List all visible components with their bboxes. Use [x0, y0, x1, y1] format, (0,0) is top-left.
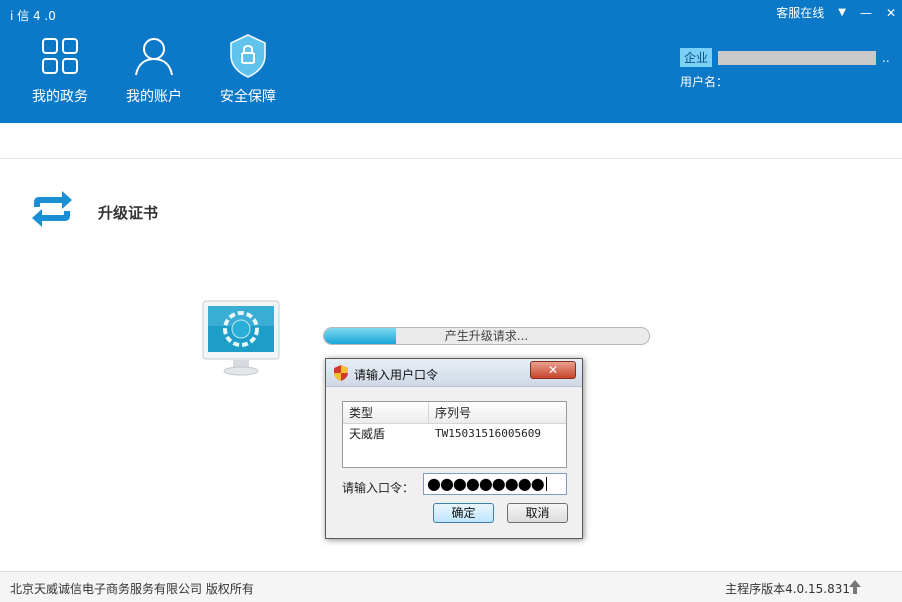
username-label: 用户名： [680, 75, 729, 89]
cell-serial: TW15031516005609 [435, 427, 541, 440]
progress-text: 产生升级请求... [444, 329, 529, 343]
password-dialog: 请输入用户口令 ✕ 类型 序列号 天威盾 TW15031516005609 请输… [325, 358, 583, 539]
minimize-button[interactable]: — [860, 6, 872, 20]
nav-label: 我的账户 [126, 89, 182, 105]
password-mask: ●●●●●●●●● [427, 474, 545, 493]
certificate-table: 类型 序列号 天威盾 TW15031516005609 [342, 401, 567, 468]
copyright-text: 北京天威诚信电子商务服务有限公司 版权所有 [10, 582, 254, 596]
refresh-arrows-icon [30, 190, 74, 228]
upgrade-arrow-icon[interactable] [848, 579, 862, 595]
grid-icon [38, 34, 82, 78]
name-ellipsis: .. [882, 50, 890, 65]
close-button[interactable]: ✕ [886, 6, 896, 20]
text-caret [545, 477, 547, 491]
app-header: i 信 4 .0 客服在线 ▼ — ✕ 我的政务 我的账户 安全保障 企业 ..… [0, 0, 902, 123]
table-row[interactable]: 天威盾 TW15031516005609 [343, 424, 566, 444]
nav-label: 安全保障 [220, 89, 276, 105]
masked-company-name [718, 50, 877, 65]
column-header-serial[interactable]: 序列号 [429, 402, 566, 423]
ok-button[interactable]: 确定 [433, 503, 494, 523]
section-title: 升级证书 [98, 204, 159, 222]
window-controls: 客服在线 ▼ — ✕ [776, 4, 896, 21]
customer-service-link[interactable]: 客服在线 [776, 4, 824, 21]
dialog-close-button[interactable]: ✕ [530, 361, 576, 379]
monitor-icon [202, 300, 282, 378]
upgrade-progress-bar: 产生升级请求... [323, 327, 650, 345]
dropdown-icon[interactable]: ▼ [838, 7, 846, 18]
password-label: 请输入口令： [342, 481, 415, 495]
password-input[interactable]: ●●●●●●●●● [423, 473, 567, 495]
table-header: 类型 序列号 [343, 402, 566, 424]
nav-label: 我的政务 [32, 89, 88, 105]
version-text: 主程序版本4.0.15.831 [725, 582, 850, 596]
nav-item-security[interactable]: 安全保障 [214, 34, 282, 106]
user-icon [132, 34, 176, 78]
account-type-badge: 企业 [680, 48, 713, 67]
dialog-title: 请输入用户口令 [354, 368, 439, 382]
dialog-titlebar[interactable]: 请输入用户口令 ✕ [326, 359, 582, 387]
app-title: i 信 4 .0 [10, 9, 56, 23]
main-nav: 我的政务 我的账户 安全保障 [26, 34, 282, 106]
shield-icon [334, 365, 348, 381]
user-info: 企业 .. 用户名： [680, 48, 890, 90]
shield-lock-icon [226, 34, 270, 78]
nav-item-my-account[interactable]: 我的账户 [120, 34, 188, 106]
cancel-button[interactable]: 取消 [507, 503, 568, 523]
nav-item-my-affairs[interactable]: 我的政务 [26, 34, 94, 106]
column-header-type[interactable]: 类型 [343, 402, 429, 423]
cell-type: 天威盾 [349, 427, 386, 441]
status-footer: 北京天威诚信电子商务服务有限公司 版权所有 主程序版本4.0.15.831 [0, 571, 902, 602]
sub-toolbar [0, 123, 902, 159]
